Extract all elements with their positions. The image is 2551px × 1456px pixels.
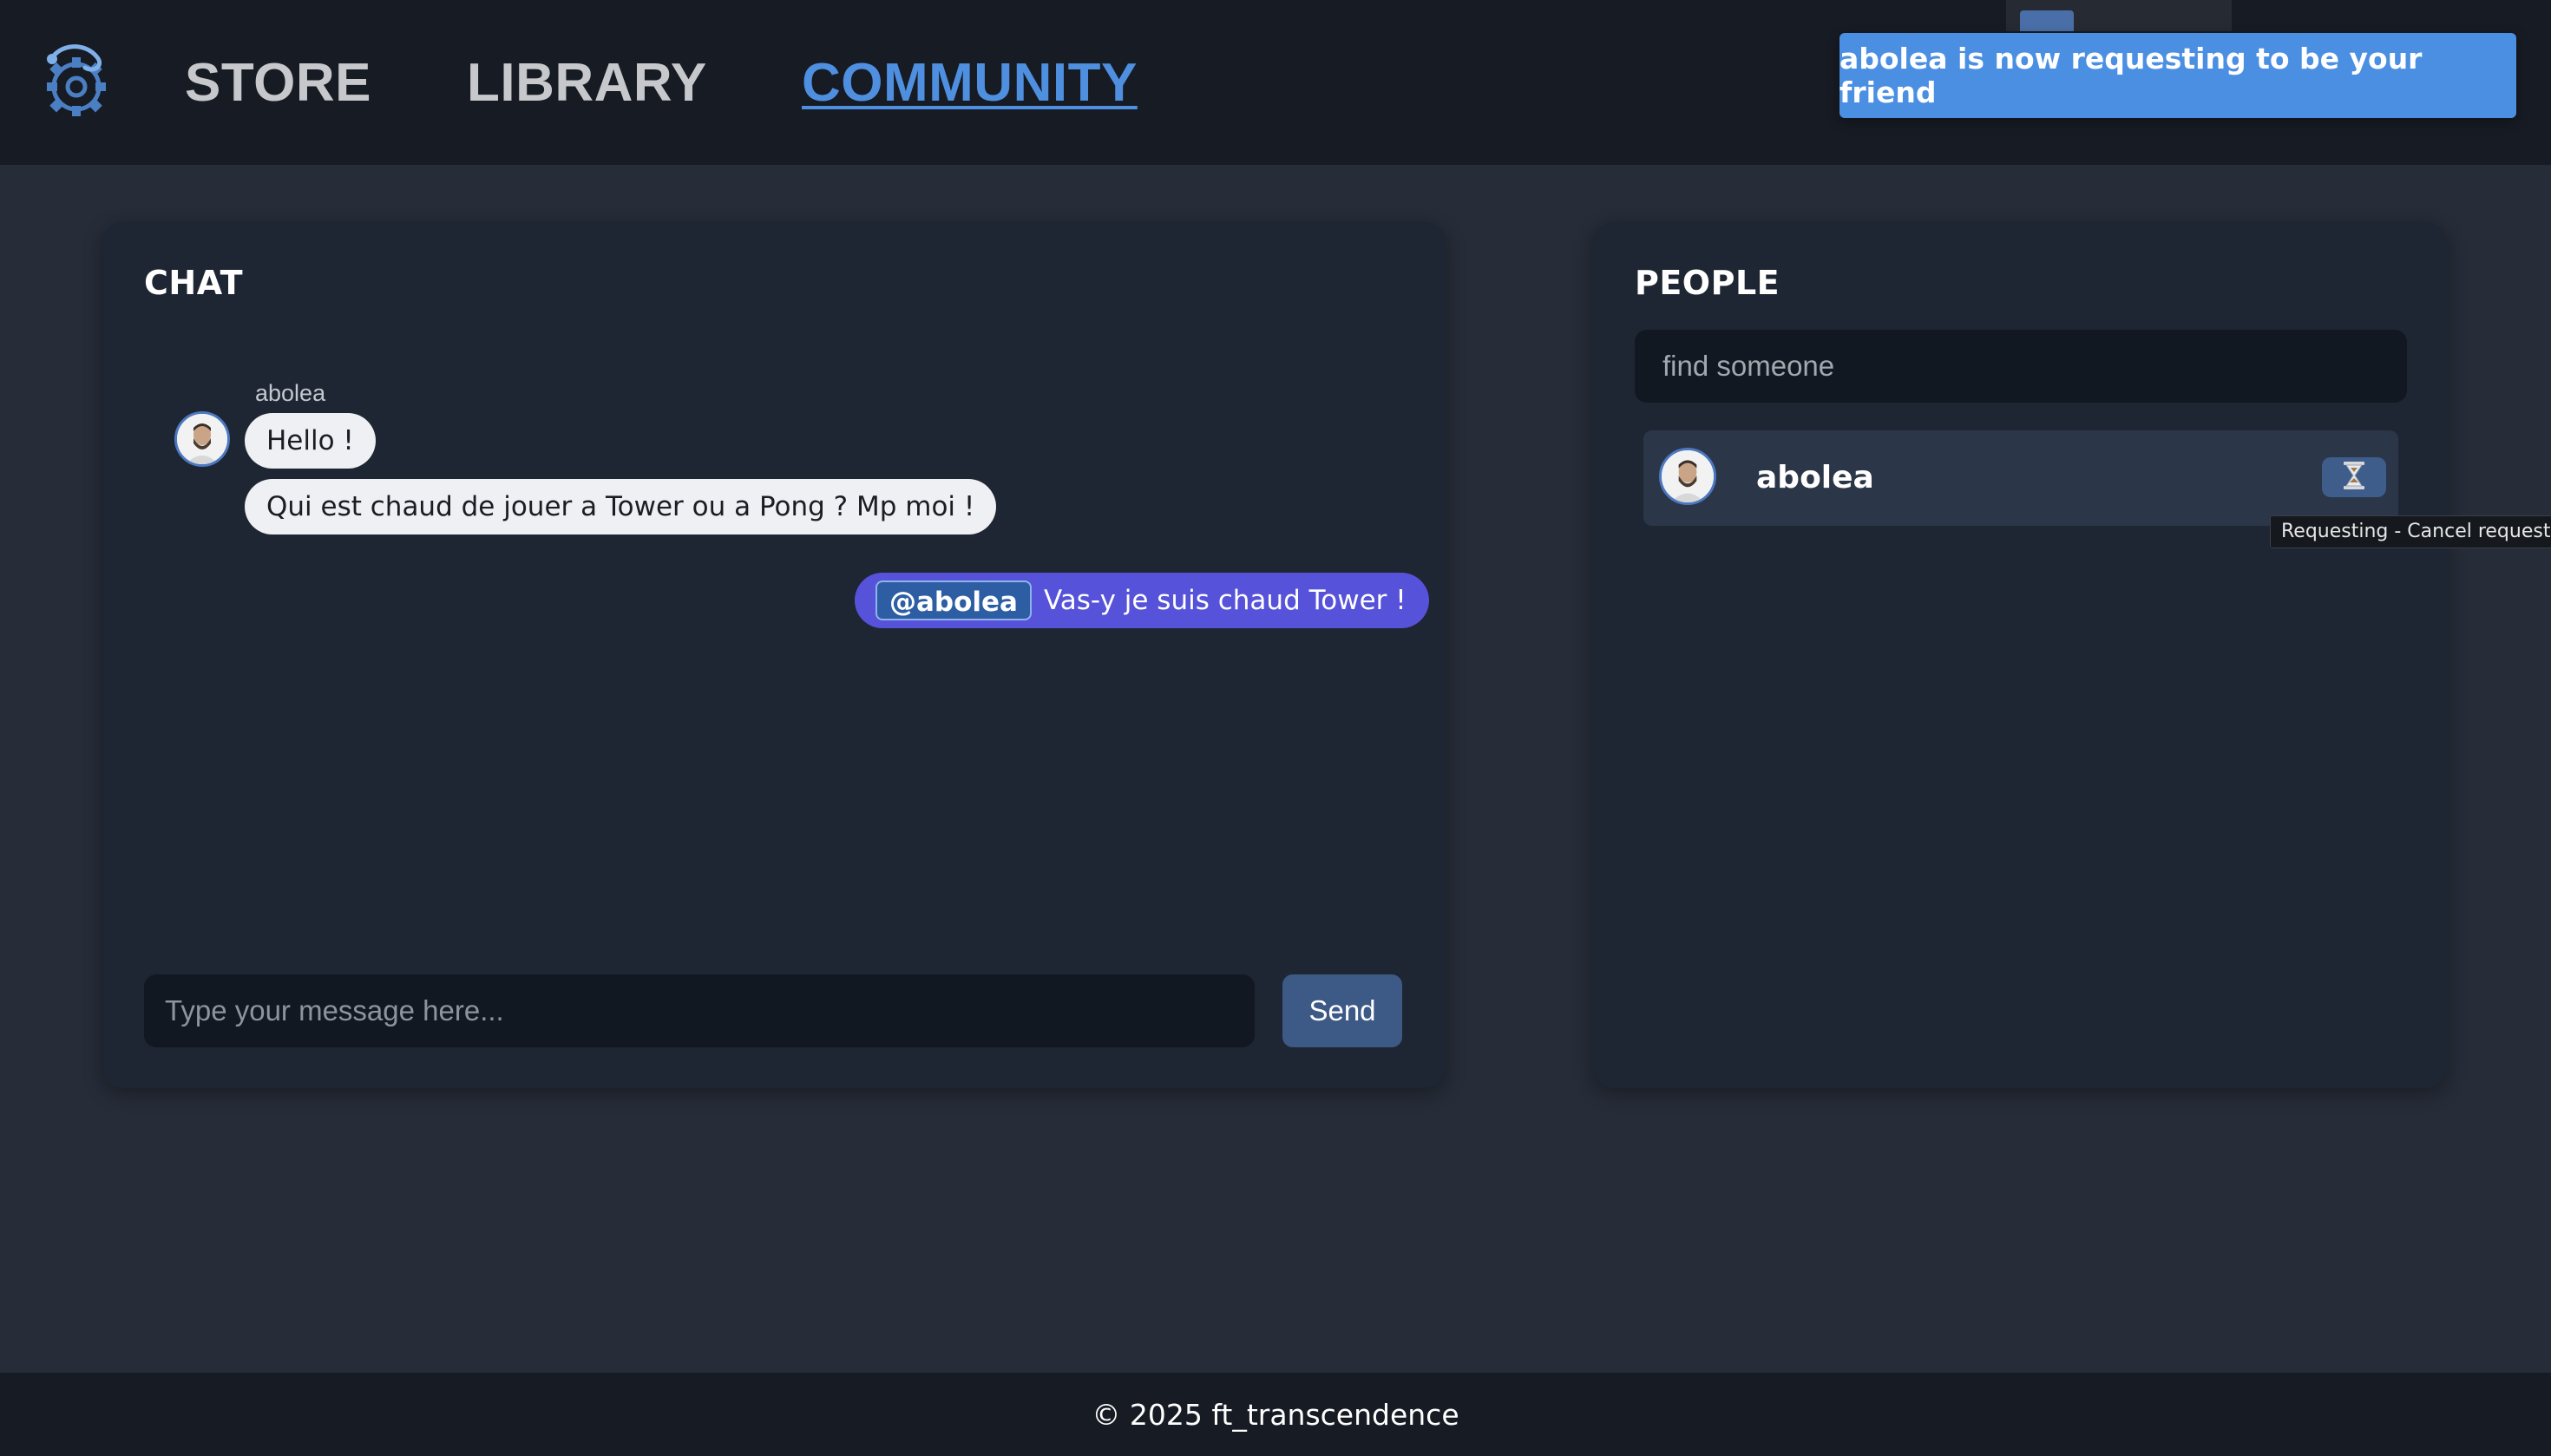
avatar [2020, 10, 2074, 31]
people-panel: PEOPLE abolea [1593, 222, 2447, 1088]
send-button[interactable]: Send [1282, 974, 1402, 1047]
message-author: abolea [255, 380, 326, 406]
person-name: abolea [1756, 460, 1874, 495]
user-profile-chip[interactable] [2006, 0, 2232, 31]
message-bubble: Hello ! [245, 413, 376, 469]
my-message-bubble: @abolea Vas-y je suis chaud Tower ! [855, 573, 1429, 628]
nav-store[interactable]: STORE [185, 49, 371, 118]
nav-community[interactable]: COMMUNITY [802, 49, 1138, 118]
footer-copyright: © 2025 ft_transcendence [1092, 1397, 1459, 1432]
chat-panel: CHAT abolea Hello ! Qui est chaud de jou… [102, 222, 1446, 1088]
hourglass-icon [2343, 461, 2365, 494]
search-people-input[interactable] [1635, 330, 2407, 403]
tooltip: Requesting - Cancel request [2270, 515, 2551, 548]
avatar[interactable] [174, 411, 230, 467]
nav-library[interactable]: LIBRARY [467, 49, 707, 118]
avatar [1659, 448, 1716, 505]
my-message-text: Vas-y je suis chaud Tower ! [1043, 585, 1407, 616]
chat-title: CHAT [144, 264, 244, 302]
mention-tag[interactable]: @abolea [875, 580, 1032, 620]
message-input[interactable] [144, 974, 1255, 1047]
people-title: PEOPLE [1635, 264, 1780, 302]
friend-request-notification[interactable]: abolea is now requesting to be your frie… [1839, 33, 2516, 118]
top-navbar: STORE LIBRARY COMMUNITY abolea is now re… [0, 0, 2551, 165]
person-row[interactable]: abolea [1643, 430, 2398, 526]
logo-gear-icon[interactable] [33, 38, 120, 125]
footer: © 2025 ft_transcendence [0, 1373, 2551, 1456]
cancel-request-button[interactable] [2322, 457, 2386, 497]
message-bubble: Qui est chaud de jouer a Tower ou a Pong… [245, 479, 997, 535]
